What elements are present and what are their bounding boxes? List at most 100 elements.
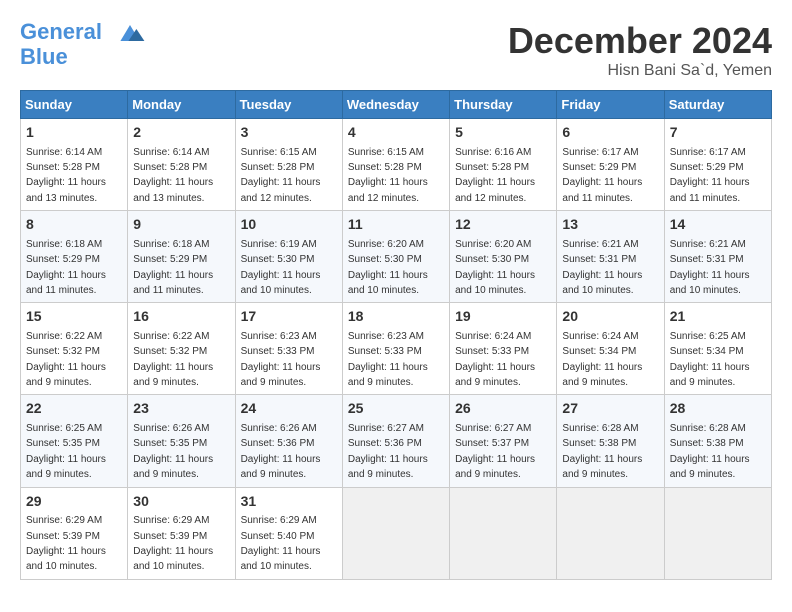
calendar-cell: 10 Sunrise: 6:19 AMSunset: 5:30 PMDaylig… <box>235 211 342 303</box>
calendar-cell: 27 Sunrise: 6:28 AMSunset: 5:38 PMDaylig… <box>557 395 664 487</box>
day-info: Sunrise: 6:28 AMSunset: 5:38 PMDaylight:… <box>562 423 642 480</box>
calendar-cell: 3 Sunrise: 6:15 AMSunset: 5:28 PMDayligh… <box>235 119 342 211</box>
calendar-cell: 5 Sunrise: 6:16 AMSunset: 5:28 PMDayligh… <box>450 119 557 211</box>
day-number: 25 <box>348 399 444 419</box>
weekday-header: Monday <box>128 91 235 119</box>
day-number: 14 <box>670 215 766 235</box>
day-info: Sunrise: 6:28 AMSunset: 5:38 PMDaylight:… <box>670 423 750 480</box>
calendar-cell: 13 Sunrise: 6:21 AMSunset: 5:31 PMDaylig… <box>557 211 664 303</box>
day-info: Sunrise: 6:23 AMSunset: 5:33 PMDaylight:… <box>241 331 321 388</box>
day-number: 10 <box>241 215 337 235</box>
calendar-cell <box>450 487 557 579</box>
day-number: 20 <box>562 307 658 327</box>
calendar-week-row: 29 Sunrise: 6:29 AMSunset: 5:39 PMDaylig… <box>21 487 772 579</box>
day-number: 18 <box>348 307 444 327</box>
calendar-cell: 23 Sunrise: 6:26 AMSunset: 5:35 PMDaylig… <box>128 395 235 487</box>
day-info: Sunrise: 6:20 AMSunset: 5:30 PMDaylight:… <box>455 239 535 296</box>
day-info: Sunrise: 6:22 AMSunset: 5:32 PMDaylight:… <box>26 331 106 388</box>
day-number: 5 <box>455 123 551 143</box>
day-number: 6 <box>562 123 658 143</box>
calendar-cell: 19 Sunrise: 6:24 AMSunset: 5:33 PMDaylig… <box>450 303 557 395</box>
day-number: 28 <box>670 399 766 419</box>
day-number: 16 <box>133 307 229 327</box>
calendar-cell: 28 Sunrise: 6:28 AMSunset: 5:38 PMDaylig… <box>664 395 771 487</box>
weekday-header: Friday <box>557 91 664 119</box>
day-number: 31 <box>241 492 337 512</box>
day-number: 30 <box>133 492 229 512</box>
weekday-header: Thursday <box>450 91 557 119</box>
calendar-cell: 4 Sunrise: 6:15 AMSunset: 5:28 PMDayligh… <box>342 119 449 211</box>
day-number: 23 <box>133 399 229 419</box>
day-info: Sunrise: 6:26 AMSunset: 5:35 PMDaylight:… <box>133 423 213 480</box>
weekday-header: Wednesday <box>342 91 449 119</box>
day-info: Sunrise: 6:25 AMSunset: 5:35 PMDaylight:… <box>26 423 106 480</box>
calendar-cell: 25 Sunrise: 6:27 AMSunset: 5:36 PMDaylig… <box>342 395 449 487</box>
day-info: Sunrise: 6:26 AMSunset: 5:36 PMDaylight:… <box>241 423 321 480</box>
day-info: Sunrise: 6:22 AMSunset: 5:32 PMDaylight:… <box>133 331 213 388</box>
day-number: 29 <box>26 492 122 512</box>
day-number: 7 <box>670 123 766 143</box>
day-info: Sunrise: 6:20 AMSunset: 5:30 PMDaylight:… <box>348 239 428 296</box>
page-header: General Blue December 2024 Hisn Bani Sa`… <box>20 20 772 80</box>
day-number: 27 <box>562 399 658 419</box>
day-info: Sunrise: 6:29 AMSunset: 5:40 PMDaylight:… <box>241 515 321 572</box>
day-number: 12 <box>455 215 551 235</box>
calendar-cell: 18 Sunrise: 6:23 AMSunset: 5:33 PMDaylig… <box>342 303 449 395</box>
calendar-cell: 11 Sunrise: 6:20 AMSunset: 5:30 PMDaylig… <box>342 211 449 303</box>
day-info: Sunrise: 6:27 AMSunset: 5:36 PMDaylight:… <box>348 423 428 480</box>
calendar-cell: 8 Sunrise: 6:18 AMSunset: 5:29 PMDayligh… <box>21 211 128 303</box>
logo-blue-text: Blue <box>20 45 148 69</box>
day-info: Sunrise: 6:27 AMSunset: 5:37 PMDaylight:… <box>455 423 535 480</box>
logo-text: General <box>20 20 148 45</box>
day-info: Sunrise: 6:21 AMSunset: 5:31 PMDaylight:… <box>562 239 642 296</box>
day-number: 13 <box>562 215 658 235</box>
day-info: Sunrise: 6:16 AMSunset: 5:28 PMDaylight:… <box>455 147 535 204</box>
title-block: December 2024 Hisn Bani Sa`d, Yemen <box>508 20 772 80</box>
calendar-week-row: 15 Sunrise: 6:22 AMSunset: 5:32 PMDaylig… <box>21 303 772 395</box>
day-number: 1 <box>26 123 122 143</box>
day-number: 15 <box>26 307 122 327</box>
day-info: Sunrise: 6:14 AMSunset: 5:28 PMDaylight:… <box>26 147 106 204</box>
day-number: 22 <box>26 399 122 419</box>
day-info: Sunrise: 6:18 AMSunset: 5:29 PMDaylight:… <box>133 239 213 296</box>
calendar-header-row: SundayMondayTuesdayWednesdayThursdayFrid… <box>21 91 772 119</box>
calendar-cell: 26 Sunrise: 6:27 AMSunset: 5:37 PMDaylig… <box>450 395 557 487</box>
calendar-cell: 31 Sunrise: 6:29 AMSunset: 5:40 PMDaylig… <box>235 487 342 579</box>
day-number: 26 <box>455 399 551 419</box>
weekday-header: Tuesday <box>235 91 342 119</box>
calendar-cell: 21 Sunrise: 6:25 AMSunset: 5:34 PMDaylig… <box>664 303 771 395</box>
calendar-cell: 2 Sunrise: 6:14 AMSunset: 5:28 PMDayligh… <box>128 119 235 211</box>
calendar-cell: 6 Sunrise: 6:17 AMSunset: 5:29 PMDayligh… <box>557 119 664 211</box>
day-number: 3 <box>241 123 337 143</box>
weekday-header: Saturday <box>664 91 771 119</box>
calendar-cell: 16 Sunrise: 6:22 AMSunset: 5:32 PMDaylig… <box>128 303 235 395</box>
day-info: Sunrise: 6:21 AMSunset: 5:31 PMDaylight:… <box>670 239 750 296</box>
day-info: Sunrise: 6:25 AMSunset: 5:34 PMDaylight:… <box>670 331 750 388</box>
day-info: Sunrise: 6:15 AMSunset: 5:28 PMDaylight:… <box>348 147 428 204</box>
calendar-cell: 22 Sunrise: 6:25 AMSunset: 5:35 PMDaylig… <box>21 395 128 487</box>
calendar-cell: 17 Sunrise: 6:23 AMSunset: 5:33 PMDaylig… <box>235 303 342 395</box>
day-info: Sunrise: 6:17 AMSunset: 5:29 PMDaylight:… <box>670 147 750 204</box>
day-number: 19 <box>455 307 551 327</box>
day-info: Sunrise: 6:14 AMSunset: 5:28 PMDaylight:… <box>133 147 213 204</box>
weekday-header: Sunday <box>21 91 128 119</box>
month-title: December 2024 <box>508 20 772 62</box>
day-info: Sunrise: 6:29 AMSunset: 5:39 PMDaylight:… <box>26 515 106 572</box>
day-info: Sunrise: 6:15 AMSunset: 5:28 PMDaylight:… <box>241 147 321 204</box>
calendar-table: SundayMondayTuesdayWednesdayThursdayFrid… <box>20 90 772 580</box>
day-info: Sunrise: 6:18 AMSunset: 5:29 PMDaylight:… <box>26 239 106 296</box>
calendar-cell: 7 Sunrise: 6:17 AMSunset: 5:29 PMDayligh… <box>664 119 771 211</box>
day-info: Sunrise: 6:29 AMSunset: 5:39 PMDaylight:… <box>133 515 213 572</box>
day-number: 4 <box>348 123 444 143</box>
day-info: Sunrise: 6:24 AMSunset: 5:34 PMDaylight:… <box>562 331 642 388</box>
logo: General Blue <box>20 20 148 69</box>
day-info: Sunrise: 6:19 AMSunset: 5:30 PMDaylight:… <box>241 239 321 296</box>
calendar-cell: 20 Sunrise: 6:24 AMSunset: 5:34 PMDaylig… <box>557 303 664 395</box>
location-title: Hisn Bani Sa`d, Yemen <box>508 62 772 80</box>
calendar-cell: 15 Sunrise: 6:22 AMSunset: 5:32 PMDaylig… <box>21 303 128 395</box>
day-number: 11 <box>348 215 444 235</box>
calendar-cell: 1 Sunrise: 6:14 AMSunset: 5:28 PMDayligh… <box>21 119 128 211</box>
day-number: 24 <box>241 399 337 419</box>
calendar-cell <box>664 487 771 579</box>
calendar-cell: 30 Sunrise: 6:29 AMSunset: 5:39 PMDaylig… <box>128 487 235 579</box>
